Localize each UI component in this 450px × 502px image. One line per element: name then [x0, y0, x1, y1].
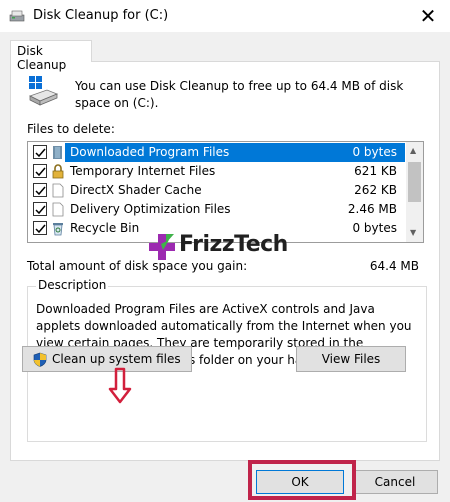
- vertical-scrollbar[interactable]: ▲ ▼: [406, 142, 423, 242]
- check-icon: [35, 224, 46, 234]
- drive-icon: [28, 76, 59, 106]
- file-size: 621 KB: [354, 164, 397, 178]
- lock-icon: [52, 164, 64, 179]
- file-size: 262 KB: [354, 183, 397, 197]
- scroll-up-icon[interactable]: ▲: [410, 146, 416, 155]
- view-files-label: View Files: [321, 352, 381, 366]
- file-name: DirectX Shader Cache: [70, 183, 202, 197]
- scroll-down-icon[interactable]: ▼: [410, 228, 416, 237]
- file-name: Downloaded Program Files: [70, 145, 230, 159]
- file-size: 0 bytes: [352, 145, 397, 159]
- scroll-thumb[interactable]: [408, 162, 421, 202]
- file-name: Delivery Optimization Files: [70, 202, 231, 216]
- checkbox[interactable]: [33, 164, 47, 178]
- ok-highlight-annotation: [248, 460, 356, 500]
- folder-icon: [53, 146, 62, 159]
- blank-file-icon: [52, 183, 64, 198]
- check-icon: [35, 148, 46, 158]
- clean-up-system-files-button[interactable]: Clean up system files: [22, 346, 192, 372]
- check-icon: [35, 205, 46, 215]
- checkbox[interactable]: [33, 145, 47, 159]
- watermark-text: FrizzTech: [179, 232, 288, 257]
- recycle-bin-icon: [53, 223, 63, 236]
- files-list[interactable]: Downloaded Program Files 0 bytes Tempora…: [27, 141, 424, 243]
- cancel-button[interactable]: Cancel: [352, 470, 438, 494]
- uac-shield-icon: [33, 352, 47, 367]
- title-bar: Disk Cleanup for (C:) ✕: [0, 0, 450, 32]
- check-icon: [35, 167, 46, 177]
- total-space-value: 64.4 MB: [369, 259, 419, 273]
- watermark-logo-icon: [149, 234, 175, 260]
- close-icon: ✕: [419, 4, 437, 28]
- view-files-button[interactable]: View Files: [296, 346, 406, 372]
- tab-label: Disk Cleanup: [17, 44, 67, 72]
- down-arrow-annotation-icon: [108, 367, 132, 404]
- list-item[interactable]: DirectX Shader Cache 262 KB: [29, 181, 405, 200]
- tab-panel: You can use Disk Cleanup to free up to 6…: [10, 61, 440, 461]
- list-item[interactable]: Delivery Optimization Files 2.46 MB: [29, 200, 405, 219]
- checkbox[interactable]: [33, 221, 47, 235]
- list-item[interactable]: Downloaded Program Files 0 bytes: [29, 143, 405, 162]
- file-size: 2.46 MB: [347, 202, 397, 216]
- files-to-delete-label: Files to delete:: [27, 122, 115, 136]
- blank-file-icon: [52, 202, 64, 217]
- close-button[interactable]: ✕: [406, 0, 450, 32]
- description-legend: Description: [36, 278, 109, 292]
- cancel-label: Cancel: [374, 475, 416, 489]
- intro-text: You can use Disk Cleanup to free up to 6…: [75, 79, 404, 110]
- checkbox[interactable]: [33, 183, 47, 197]
- disk-cleanup-icon: [9, 10, 25, 22]
- file-size: 0 bytes: [352, 221, 397, 235]
- window-title: Disk Cleanup for (C:): [33, 8, 169, 23]
- checkbox[interactable]: [33, 202, 47, 216]
- tab-disk-cleanup[interactable]: Disk Cleanup: [10, 40, 92, 72]
- clean-up-system-files-label: Clean up system files: [52, 352, 181, 366]
- file-name: Temporary Internet Files: [70, 164, 216, 178]
- list-item[interactable]: Temporary Internet Files 621 KB: [29, 162, 405, 181]
- total-space-label: Total amount of disk space you gain:: [27, 259, 248, 273]
- check-icon: [35, 186, 46, 196]
- file-name: Recycle Bin: [70, 221, 140, 235]
